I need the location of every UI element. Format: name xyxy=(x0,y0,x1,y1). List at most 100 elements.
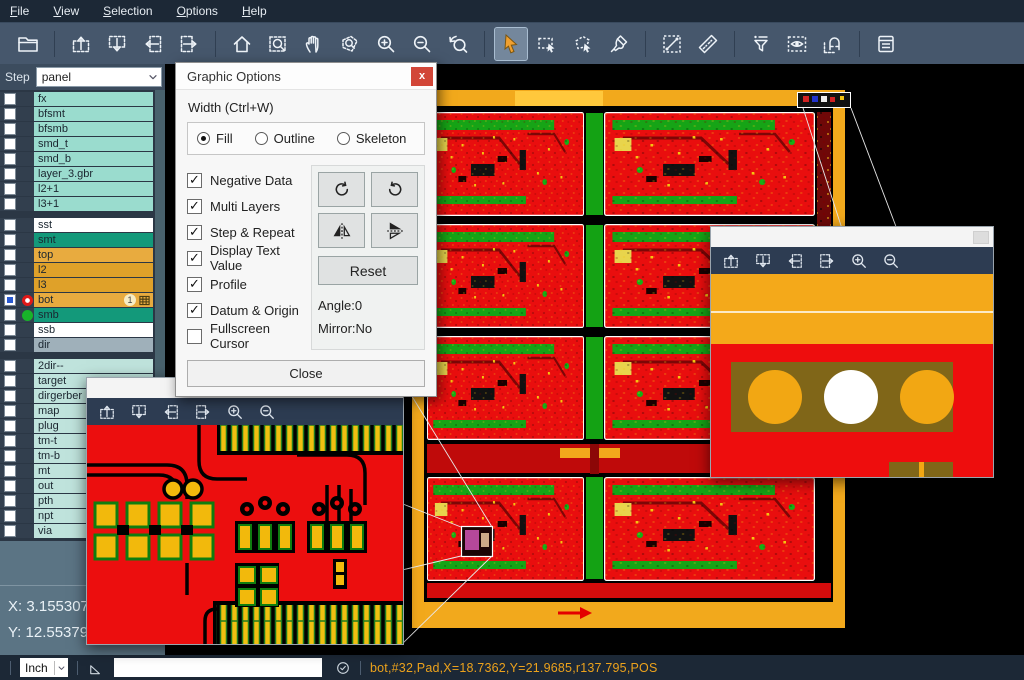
view-options-icon[interactable] xyxy=(781,28,813,60)
layer-row[interactable]: bfsmt xyxy=(0,107,153,121)
layer-name[interactable]: sst xyxy=(34,218,153,232)
layer-checkbox[interactable] xyxy=(4,219,16,231)
snap-icon[interactable] xyxy=(817,28,849,60)
layer-row[interactable]: fx xyxy=(0,92,153,106)
layer-row[interactable]: bfsmb xyxy=(0,122,153,136)
pan-hand-icon[interactable] xyxy=(298,28,330,60)
layer-name[interactable]: smt xyxy=(34,233,153,247)
option-checkbox-row[interactable]: ✓ Negative Data xyxy=(187,167,311,193)
step-select[interactable]: panel xyxy=(36,67,162,87)
layer-checkbox[interactable] xyxy=(4,153,16,165)
layer-row[interactable]: smd_t xyxy=(0,137,153,151)
layer-checkbox[interactable] xyxy=(4,405,16,417)
width-radio[interactable]: Fill xyxy=(197,131,233,146)
menu-help[interactable]: Help xyxy=(242,4,267,18)
layer-row[interactable]: layer_3.gbr xyxy=(0,167,153,181)
pan-right-icon[interactable] xyxy=(817,251,837,271)
dialog-titlebar[interactable]: Graphic Options x xyxy=(176,63,436,90)
zoom-window-icon[interactable] xyxy=(262,28,294,60)
layer-checkbox[interactable] xyxy=(4,183,16,195)
grid-icon[interactable] xyxy=(138,294,151,307)
zoom-out-icon[interactable] xyxy=(257,402,277,422)
clean-brush-icon[interactable] xyxy=(603,28,635,60)
layer-checkbox[interactable] xyxy=(4,525,16,537)
option-checkbox-row[interactable]: ✓ Display Text Value xyxy=(187,245,311,271)
layer-checkbox[interactable] xyxy=(4,324,16,336)
pan-down-icon[interactable] xyxy=(101,28,133,60)
layer-checkbox[interactable] xyxy=(4,279,16,291)
layer-checkbox[interactable] xyxy=(4,495,16,507)
pan-right-icon[interactable] xyxy=(173,28,205,60)
layer-row[interactable]: top xyxy=(0,248,153,262)
checkbox[interactable] xyxy=(187,329,202,344)
corner-angle-icon[interactable] xyxy=(87,659,105,677)
layer-checkbox[interactable] xyxy=(4,294,16,306)
layer-checkbox[interactable] xyxy=(4,390,16,402)
checkbox[interactable]: ✓ xyxy=(187,251,202,266)
layer-row[interactable]: bot 1 xyxy=(0,293,153,307)
layer-checkbox[interactable] xyxy=(4,198,16,210)
rotate-cw-button[interactable] xyxy=(318,172,365,207)
layer-checkbox[interactable] xyxy=(4,249,16,261)
option-checkbox-row[interactable]: ✓ Profile xyxy=(187,271,311,297)
pan-down-icon[interactable] xyxy=(753,251,773,271)
layer-row[interactable]: smt xyxy=(0,233,153,247)
pan-up-icon[interactable] xyxy=(97,402,117,422)
report-list-icon[interactable] xyxy=(870,28,902,60)
layer-name[interactable]: fx xyxy=(34,92,153,106)
magnifier-titlebar[interactable] xyxy=(711,227,993,247)
option-checkbox-row[interactable]: ✓ Multi Layers xyxy=(187,193,311,219)
layer-row[interactable]: smd_b xyxy=(0,152,153,166)
select-polygon-icon[interactable] xyxy=(567,28,599,60)
zoom-out-icon[interactable] xyxy=(881,251,901,271)
layer-checkbox[interactable] xyxy=(4,234,16,246)
layer-name[interactable]: bfsmt xyxy=(34,107,153,121)
checkbox[interactable]: ✓ xyxy=(187,303,202,318)
layer-checkbox[interactable] xyxy=(4,339,16,351)
layer-name[interactable]: l3+1 xyxy=(34,197,153,211)
layer-checkbox[interactable] xyxy=(4,93,16,105)
magnifier-close-button[interactable] xyxy=(973,231,989,244)
close-icon[interactable]: x xyxy=(411,67,433,86)
menu-file[interactable]: File xyxy=(10,4,29,18)
layer-checkbox[interactable] xyxy=(4,465,16,477)
layer-row[interactable]: smb xyxy=(0,308,153,322)
layer-name[interactable]: l3 xyxy=(34,278,153,292)
zoom-in-icon[interactable] xyxy=(849,251,869,271)
zoom-home-icon[interactable] xyxy=(226,28,258,60)
layer-name[interactable]: 2dir-- xyxy=(34,359,153,373)
magnifier-window-1[interactable] xyxy=(86,377,404,645)
layer-checkbox[interactable] xyxy=(4,309,16,321)
layer-name[interactable]: smd_t xyxy=(34,137,153,151)
zoom-polygon-icon[interactable] xyxy=(334,28,366,60)
close-button[interactable]: Close xyxy=(187,360,425,387)
layer-checkbox[interactable] xyxy=(4,480,16,492)
layer-name[interactable]: dir xyxy=(34,338,153,352)
mirror-horizontal-button[interactable] xyxy=(318,213,365,248)
rotate-ccw-button[interactable] xyxy=(371,172,418,207)
layer-name[interactable]: l2+1 xyxy=(34,182,153,196)
layer-checkbox[interactable] xyxy=(4,360,16,372)
checkbox[interactable]: ✓ xyxy=(187,225,202,240)
zoom-in-icon[interactable] xyxy=(370,28,402,60)
layer-row[interactable]: 2dir-- xyxy=(0,359,153,373)
layer-checkbox[interactable] xyxy=(4,435,16,447)
layer-checkbox[interactable] xyxy=(4,168,16,180)
zoom-previous-icon[interactable] xyxy=(442,28,474,60)
zoom-out-icon[interactable] xyxy=(406,28,438,60)
pan-right-icon[interactable] xyxy=(193,402,213,422)
checkbox[interactable]: ✓ xyxy=(187,173,202,188)
layer-name[interactable]: l2 xyxy=(34,263,153,277)
measure-distance-icon[interactable] xyxy=(656,28,688,60)
layer-row[interactable]: l3+1 xyxy=(0,197,153,211)
layer-checkbox[interactable] xyxy=(4,123,16,135)
ruler-icon[interactable] xyxy=(692,28,724,60)
command-input[interactable] xyxy=(114,658,322,677)
zoom-in-icon[interactable] xyxy=(225,402,245,422)
layer-name[interactable]: top xyxy=(34,248,153,262)
layer-checkbox[interactable] xyxy=(4,264,16,276)
pan-left-icon[interactable] xyxy=(161,402,181,422)
layer-row[interactable]: l2+1 xyxy=(0,182,153,196)
unit-select[interactable]: Inch xyxy=(20,658,68,677)
magnifier-window-2[interactable] xyxy=(710,226,994,478)
